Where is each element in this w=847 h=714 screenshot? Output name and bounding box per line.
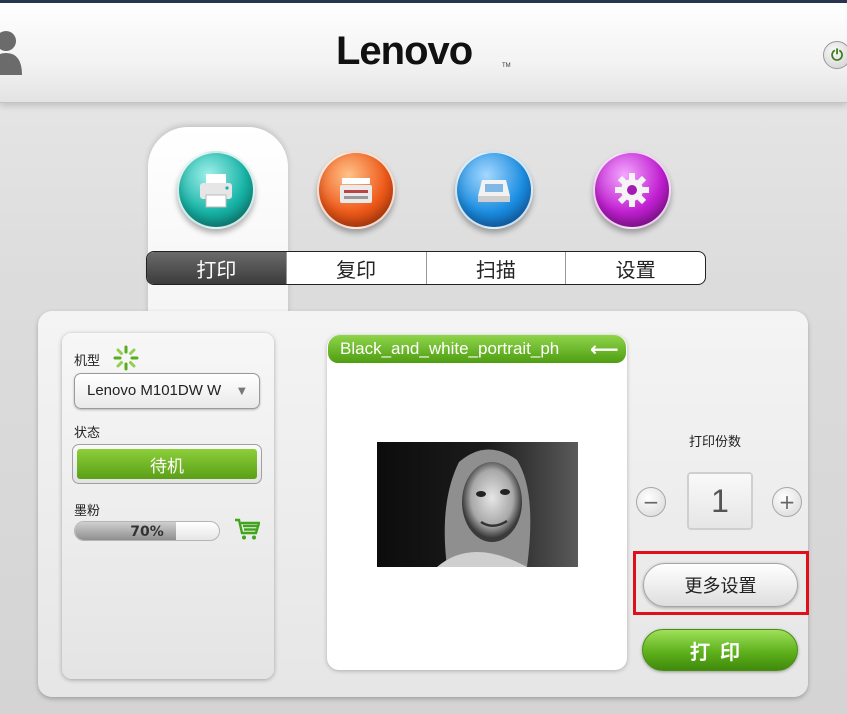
status-display: 待机 (72, 444, 262, 484)
gear-icon[interactable] (593, 151, 671, 229)
tab-settings[interactable]: 设置 (565, 252, 705, 284)
status-value: 待机 (77, 449, 257, 479)
printer-icon[interactable] (177, 151, 255, 229)
toner-label: 墨粉 (74, 504, 101, 519)
model-label: 机型 (74, 354, 101, 369)
chevron-down-icon[interactable]: ▼ (238, 386, 246, 397)
file-name-tab[interactable]: Black_and_white_portrait_ph (328, 335, 626, 363)
tab-scan[interactable]: 扫描 (425, 252, 566, 284)
cart-icon[interactable] (234, 517, 260, 541)
power-icon[interactable]: ⏻ (823, 41, 847, 69)
model-dropdown[interactable]: Lenovo M101DW W (74, 373, 260, 409)
status-label: 状态 (74, 426, 101, 441)
print-button[interactable]: 打印 (642, 629, 798, 671)
decrease-copies-button[interactable]: − (636, 487, 666, 517)
scanner-icon[interactable] (455, 151, 533, 229)
copies-label: 打印份数 (689, 435, 742, 450)
header-bar: Lenovo TM ⏻ (0, 3, 847, 103)
tab-copy[interactable]: 复印 (285, 252, 426, 284)
increase-copies-button[interactable]: + (772, 487, 802, 517)
brand-trademark: TM (502, 63, 511, 69)
app-window: Lenovo TM ⏻ 打印 复印 扫描 设置 机型 Lenovo M101DW… (0, 0, 847, 714)
user-icon[interactable] (0, 29, 26, 75)
preview-image (377, 442, 578, 567)
spinner-icon[interactable] (113, 345, 139, 371)
tab-print[interactable]: 打印 (147, 252, 286, 284)
copier-icon[interactable] (317, 151, 395, 229)
mode-tabbar: 打印 复印 扫描 设置 (146, 251, 706, 285)
back-arrow-icon[interactable]: ⟵ (590, 337, 619, 361)
copies-input[interactable]: 1 (687, 472, 753, 530)
toner-percent: 70% (130, 524, 164, 540)
highlight-box (633, 551, 809, 615)
brand-logo: Lenovo (336, 29, 473, 73)
